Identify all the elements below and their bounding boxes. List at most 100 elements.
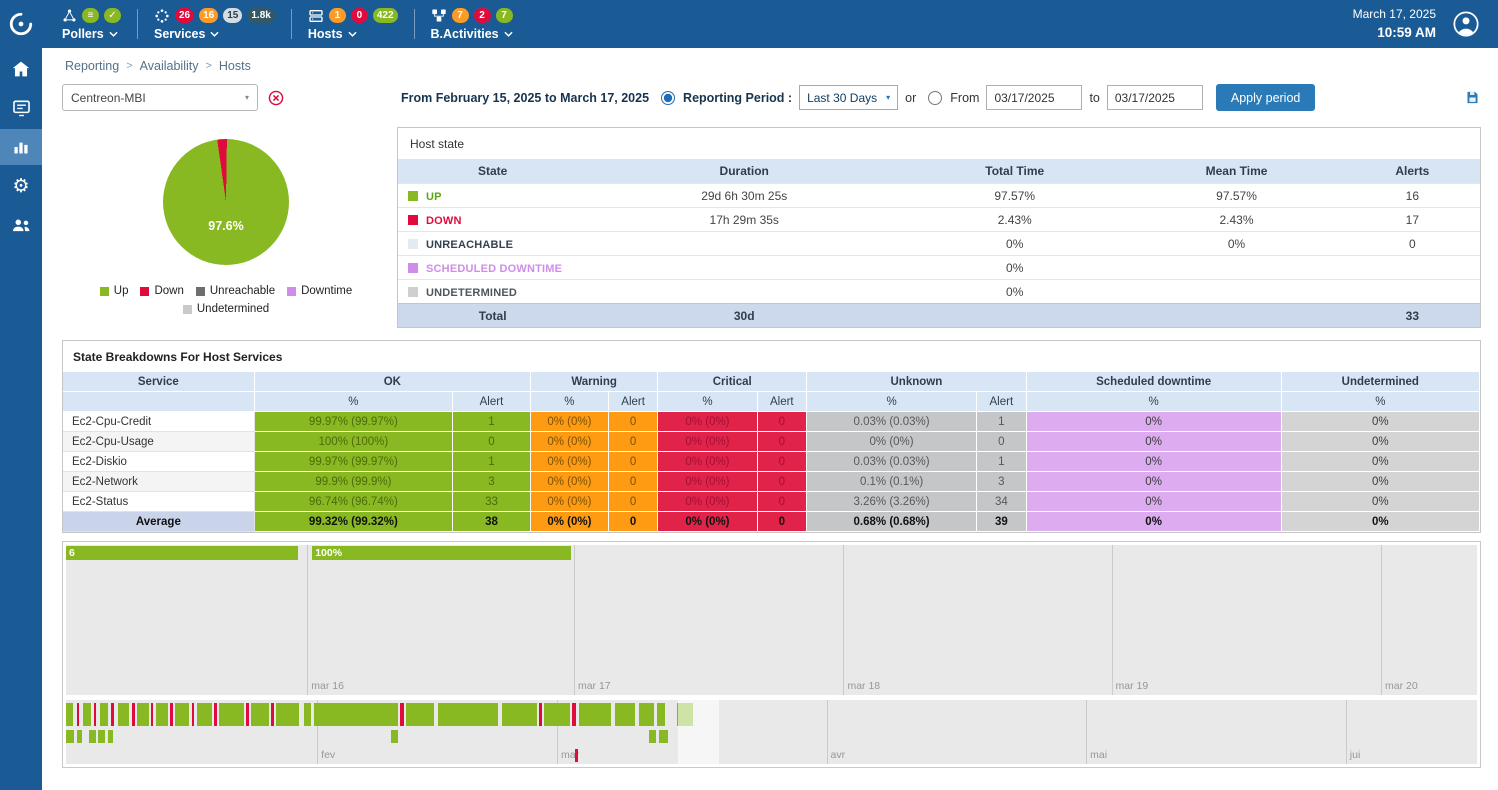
state-cell: SCHEDULED DOWNTIME xyxy=(398,256,587,280)
chart-tick-label: mar 18 xyxy=(847,680,880,692)
hosts-down-badge[interactable]: 0 xyxy=(351,8,368,23)
ok-alert-cell: 0 xyxy=(453,432,531,452)
warn-alert-cell: 0 xyxy=(608,432,658,452)
breakdown-group-header-row: Service OK Warning Critical Unknown Sche… xyxy=(63,372,1480,392)
menu-pollers[interactable]: ≡ ✓ Pollers xyxy=(62,8,121,41)
chart-tick-label: mar 20 xyxy=(1385,680,1418,692)
brush-segment xyxy=(438,703,498,726)
mean-time-cell: 0% xyxy=(1128,232,1344,256)
unk-alert-cell: 34 xyxy=(977,492,1027,512)
sidebar-item-home[interactable] xyxy=(0,51,42,87)
custom-period-radio[interactable] xyxy=(928,91,942,105)
topbar: ≡ ✓ Pollers 26 16 15 1.8k Servic xyxy=(42,0,1498,48)
state-cell: UNREACHABLE xyxy=(398,232,587,256)
crit-pct-cell: 0% (0%) xyxy=(658,492,757,512)
warn-alert-cell: 0 xyxy=(608,512,658,532)
host-group-select[interactable]: Centreon-MBI ▾ xyxy=(62,84,258,111)
apply-period-button[interactable]: Apply period xyxy=(1216,84,1316,111)
warn-pct-cell: 0% (0%) xyxy=(530,452,608,472)
topbar-divider xyxy=(137,9,138,39)
breadcrumb-availability[interactable]: Availability xyxy=(140,59,199,73)
period-select[interactable]: Last 30 Days ▾ xyxy=(799,85,898,110)
unk-alert-cell: 3 xyxy=(977,472,1027,492)
to-date-input[interactable] xyxy=(1107,85,1203,110)
state-label: DOWN xyxy=(426,215,462,227)
unk-pct-cell: 0.03% (0.03%) xyxy=(807,452,977,472)
brush-segment xyxy=(246,703,249,726)
poller-latency-badge[interactable]: ✓ xyxy=(104,8,121,23)
legend-label: Down xyxy=(154,285,183,297)
undet-pct-cell: 0% xyxy=(1281,452,1479,472)
breadcrumb-reporting[interactable]: Reporting xyxy=(65,59,119,73)
ba-ok-badge[interactable]: 7 xyxy=(496,8,513,23)
timeline-card: mar 16mar 17mar 18mar 19mar 206100% fevm… xyxy=(62,541,1481,768)
service-cell: Ec2-Cpu-Credit xyxy=(63,412,254,432)
pollers-label: Pollers xyxy=(62,27,104,41)
brush-segment xyxy=(406,703,434,726)
report-range-text: From February 15, 2025 to March 17, 2025 xyxy=(401,91,649,105)
brush-segment xyxy=(251,703,269,726)
ba-critical-badge[interactable]: 2 xyxy=(474,8,491,23)
sidebar-item-monitoring[interactable] xyxy=(0,90,42,126)
state-cell: UP xyxy=(398,184,587,208)
warn-pct-cell: 0% (0%) xyxy=(530,512,608,532)
export-report-icon[interactable] xyxy=(1465,90,1480,105)
period-controls: From February 15, 2025 to March 17, 2025… xyxy=(401,84,1315,111)
host-state-card: Host state State Duration Total Time Mea… xyxy=(397,127,1481,328)
brush-segment xyxy=(304,703,311,726)
brush-block xyxy=(66,730,74,743)
service-cell: Ec2-Diskio xyxy=(63,452,254,472)
services-pending-badge[interactable]: 15 xyxy=(223,8,242,23)
sched-pct-cell: 0% xyxy=(1026,472,1281,492)
service-cell: Ec2-Status xyxy=(63,492,254,512)
chevron-down-icon xyxy=(348,31,357,37)
app-root: ⚙ ≡ ✓ Pollers xyxy=(0,0,1498,790)
brush-segment xyxy=(118,703,130,726)
reporting-period-radio[interactable] xyxy=(661,91,675,105)
chevron-down-icon xyxy=(109,31,118,37)
current-time: 10:59 AM xyxy=(1353,23,1436,43)
brush-tick-label: fev xyxy=(321,749,335,761)
col-ok: OK xyxy=(254,372,530,392)
ba-warning-badge[interactable]: 7 xyxy=(452,8,469,23)
sidebar-item-configuration[interactable]: ⚙ xyxy=(0,168,42,204)
sidebar-item-administration[interactable] xyxy=(0,207,42,243)
warn-pct-cell: 0% (0%) xyxy=(530,492,608,512)
state-color-swatch xyxy=(408,263,418,273)
hosts-up-badge[interactable]: 422 xyxy=(373,8,398,23)
brush-segment xyxy=(100,703,108,726)
menu-hosts[interactable]: 1 0 422 Hosts xyxy=(308,8,398,41)
hosts-unreachable-badge[interactable]: 1 xyxy=(329,8,346,23)
menu-services[interactable]: 26 16 15 1.8k Services xyxy=(154,8,275,41)
to-label: to xyxy=(1089,91,1099,105)
clear-selection-icon[interactable] xyxy=(268,90,284,106)
centreon-logo-icon xyxy=(8,11,34,37)
ok-alert-cell: 33 xyxy=(453,492,531,512)
col-crit-alert: Alert xyxy=(757,392,807,412)
user-menu[interactable] xyxy=(1452,10,1480,38)
centreon-logo[interactable] xyxy=(0,0,42,48)
col-mean-time: Mean Time xyxy=(1128,159,1344,184)
crit-pct-cell: 0% (0%) xyxy=(658,412,757,432)
alerts-cell: 16 xyxy=(1345,184,1480,208)
brush-segment xyxy=(83,703,91,726)
col-warning: Warning xyxy=(530,372,657,392)
poller-status-badge[interactable]: ≡ xyxy=(82,8,99,23)
chevron-down-icon: ▾ xyxy=(245,93,249,102)
breakdown-row: Ec2-Status96.74% (96.74%)330% (0%)00% (0… xyxy=(63,492,1480,512)
breadcrumb-hosts[interactable]: Hosts xyxy=(219,59,251,73)
menu-bactivities[interactable]: 7 2 7 B.Activities xyxy=(431,8,513,41)
or-label: or xyxy=(905,91,916,105)
timeline-brush[interactable]: fevmaravrmaijui xyxy=(66,700,1477,764)
col-warn-alert: Alert xyxy=(608,392,658,412)
services-warning-badge[interactable]: 16 xyxy=(199,8,218,23)
breakdown-row: Ec2-Diskio99.97% (99.97%)10% (0%)00% (0%… xyxy=(63,452,1480,472)
brush-selection[interactable] xyxy=(678,700,719,764)
legend-item: Undetermined xyxy=(183,303,269,315)
chart-gridline xyxy=(574,545,575,695)
services-critical-badge[interactable]: 26 xyxy=(175,8,194,23)
from-date-input[interactable] xyxy=(986,85,1082,110)
sidebar-item-reporting[interactable] xyxy=(0,129,42,165)
services-total-badge[interactable]: 1.8k xyxy=(247,8,274,23)
availability-bar: 6 xyxy=(66,546,298,560)
